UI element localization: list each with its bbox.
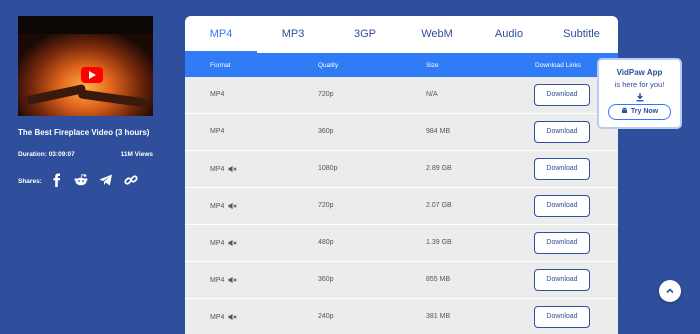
table-row: MP4 1080p 2.89 GB Download xyxy=(185,151,618,188)
tab-webm[interactable]: WebM xyxy=(401,16,473,53)
download-button[interactable]: Download xyxy=(534,269,590,291)
row-quality: 1080p xyxy=(318,165,338,172)
reddit-icon[interactable] xyxy=(74,173,88,187)
row-format: MP4 xyxy=(210,239,238,247)
row-format-text: MP4 xyxy=(210,128,225,135)
promo-subtitle: is here for you! xyxy=(614,80,665,89)
video-views: 11M Views xyxy=(120,151,153,158)
tab-mp4[interactable]: MP4 xyxy=(185,16,257,53)
row-format-text: MP4 xyxy=(210,202,225,210)
row-format-text: MP4 xyxy=(210,239,225,247)
header-format: Format xyxy=(210,62,231,69)
table-header: Format Quality Size Download Links xyxy=(185,53,618,77)
row-format-text: MP4 xyxy=(210,313,225,321)
row-size: N/A xyxy=(426,91,438,98)
table-row: MP4 480p 1.39 GB Download xyxy=(185,225,618,262)
android-icon xyxy=(621,107,627,114)
header-quality: Quality xyxy=(318,62,339,69)
video-thumbnail[interactable] xyxy=(18,16,153,116)
row-format: MP4 xyxy=(210,276,238,284)
video-duration: Duration: 03:09:07 xyxy=(18,151,75,158)
row-format: MP4 xyxy=(210,202,238,210)
muted-icon xyxy=(228,165,238,173)
download-button[interactable]: Download xyxy=(534,195,590,217)
link-icon[interactable] xyxy=(124,173,138,187)
row-quality: 240p xyxy=(318,313,334,320)
format-tabs: MP4 MP3 3GP WebM Audio Subtitle xyxy=(185,16,618,53)
download-button[interactable]: Download xyxy=(534,121,590,143)
muted-icon xyxy=(228,313,238,321)
shares-label: Shares: xyxy=(18,178,42,185)
download-button[interactable]: Download xyxy=(534,158,590,180)
facebook-icon[interactable] xyxy=(50,173,64,187)
download-icon xyxy=(636,93,644,102)
row-format: MP4 xyxy=(210,165,238,173)
header-size: Size xyxy=(426,62,439,69)
table-row: MP4 720p N/A Download xyxy=(185,77,618,114)
row-size: 855 MB xyxy=(426,276,451,283)
row-size: 2.89 GB xyxy=(426,165,452,172)
header-download: Download Links xyxy=(535,62,581,69)
table-row: MP4 240p 381 MB Download xyxy=(185,299,618,334)
promo-title: VidPaw App xyxy=(616,68,663,77)
tab-3gp[interactable]: 3GP xyxy=(329,16,401,53)
row-format-text: MP4 xyxy=(210,91,225,98)
row-size: 2.07 GB xyxy=(426,202,452,209)
muted-icon xyxy=(228,202,238,210)
play-icon[interactable] xyxy=(81,67,103,83)
telegram-icon[interactable] xyxy=(99,173,113,187)
row-size: 1.39 GB xyxy=(426,239,452,246)
row-format-text: MP4 xyxy=(210,276,225,284)
table-row: MP4 360p 855 MB Download xyxy=(185,262,618,299)
row-format: MP4 xyxy=(210,91,224,98)
video-title: The Best Fireplace Video (3 hours) xyxy=(18,128,150,137)
app-promo: VidPaw App is here for you! Try Now xyxy=(597,58,682,129)
row-format: MP4 xyxy=(210,128,224,135)
tab-subtitle[interactable]: Subtitle xyxy=(545,16,618,53)
scroll-top-button[interactable] xyxy=(659,280,681,302)
table-row: MP4 360p 984 MB Download xyxy=(185,114,618,151)
muted-icon xyxy=(228,276,238,284)
download-button[interactable]: Download xyxy=(534,306,590,328)
row-quality: 720p xyxy=(318,202,334,209)
download-button[interactable]: Download xyxy=(534,84,590,106)
row-format: MP4 xyxy=(210,313,238,321)
formats-card: MP4 MP3 3GP WebM Audio Subtitle Format Q… xyxy=(185,16,618,334)
try-now-button[interactable]: Try Now xyxy=(608,104,671,120)
row-quality: 480p xyxy=(318,239,334,246)
download-button[interactable]: Download xyxy=(534,232,590,254)
row-quality: 720p xyxy=(318,91,334,98)
row-quality: 360p xyxy=(318,128,334,135)
tab-mp3[interactable]: MP3 xyxy=(257,16,329,53)
tab-audio[interactable]: Audio xyxy=(473,16,545,53)
chevron-up-icon xyxy=(666,288,674,294)
row-size: 984 MB xyxy=(426,128,451,135)
row-size: 381 MB xyxy=(426,313,451,320)
try-now-label: Try Now xyxy=(630,108,659,115)
muted-icon xyxy=(228,239,238,247)
row-quality: 360p xyxy=(318,276,334,283)
table-row: MP4 720p 2.07 GB Download xyxy=(185,188,618,225)
row-format-text: MP4 xyxy=(210,165,225,173)
